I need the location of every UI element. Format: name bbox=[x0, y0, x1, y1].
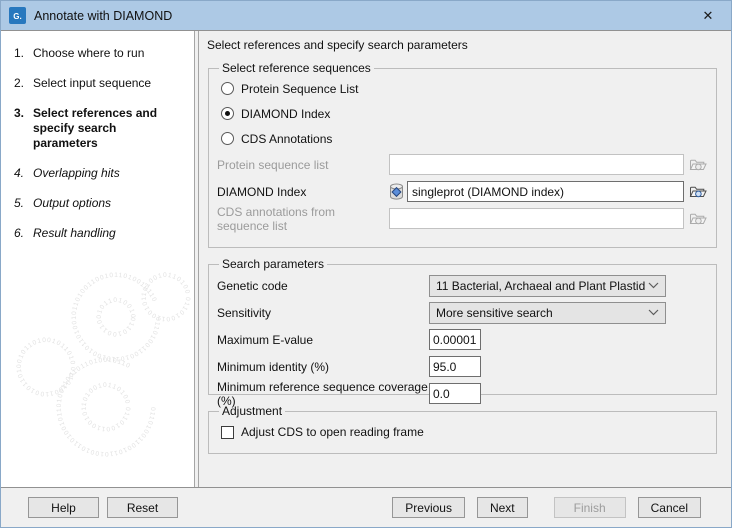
field-label: CDS annotations from sequence list bbox=[217, 205, 389, 233]
max-evalue-row: Maximum E-value bbox=[217, 326, 708, 353]
folder-browse-icon bbox=[689, 211, 707, 227]
finish-button-disabled: Finish bbox=[554, 497, 626, 518]
radio-icon bbox=[221, 82, 234, 95]
step-label: Overlapping hits bbox=[33, 166, 183, 181]
next-button[interactable]: Next bbox=[477, 497, 528, 518]
radio-icon bbox=[221, 132, 234, 145]
cds-annotations-input bbox=[389, 208, 684, 229]
sensitivity-row: Sensitivity More sensitive search bbox=[217, 299, 708, 326]
protein-sequence-list-row: Protein sequence list bbox=[217, 151, 708, 178]
folder-browse-icon bbox=[689, 184, 707, 200]
genetic-code-row: Genetic code 11 Bacterial, Archaeal and … bbox=[217, 272, 708, 299]
chevron-down-icon bbox=[648, 282, 659, 289]
radio-protein-sequence-list[interactable]: Protein Sequence List bbox=[221, 76, 708, 101]
app-icon: G. bbox=[9, 7, 26, 24]
step-number: 2. bbox=[14, 76, 33, 91]
diamond-index-input[interactable] bbox=[407, 181, 684, 202]
diamond-index-element-icon bbox=[389, 183, 404, 200]
wizard-step-3-current: 3. Select references and specify search … bbox=[14, 106, 194, 151]
wizard-step-6: 6. Result handling bbox=[14, 226, 194, 241]
annotate-with-diamond-dialog: G. Annotate with DIAMOND ✕ 1. Choose whe… bbox=[0, 0, 732, 528]
wizard-step-1: 1. Choose where to run bbox=[14, 46, 194, 61]
field-label: Protein sequence list bbox=[217, 158, 389, 172]
title-bar[interactable]: G. Annotate with DIAMOND ✕ bbox=[1, 1, 731, 30]
radio-selected-icon bbox=[221, 107, 234, 120]
min-coverage-row: Minimum reference sequence coverage (%) bbox=[217, 380, 708, 407]
step-label: Select references and specify search par… bbox=[33, 106, 183, 151]
wizard-step-2: 2. Select input sequence bbox=[14, 76, 194, 91]
step-label: Result handling bbox=[33, 226, 183, 241]
param-label: Minimum identity (%) bbox=[217, 360, 429, 374]
svg-text:011010011001011010010110100101: 0110100110010110100101101001011010011001… bbox=[1, 272, 76, 397]
step-label: Select input sequence bbox=[33, 76, 183, 91]
dropdown-selected-value: 11 Bacterial, Archaeal and Plant Plastid bbox=[436, 279, 645, 293]
wizard-main-panel: Select references and specify search par… bbox=[198, 31, 731, 487]
step-number: 1. bbox=[14, 46, 33, 61]
help-button[interactable]: Help bbox=[28, 497, 99, 518]
cds-annotations-row: CDS annotations from sequence list bbox=[217, 205, 708, 232]
param-label: Sensitivity bbox=[217, 306, 429, 320]
chevron-down-icon bbox=[648, 309, 659, 316]
browse-diamond-index-button[interactable] bbox=[687, 183, 708, 201]
browse-button-disabled bbox=[687, 210, 708, 228]
wizard-step-4: 4. Overlapping hits bbox=[14, 166, 194, 181]
browse-button-disabled bbox=[687, 156, 708, 174]
wizard-step-list: 1. Choose where to run 2. Select input s… bbox=[1, 31, 194, 241]
radio-cds-annotations[interactable]: CDS Annotations bbox=[221, 126, 708, 151]
sensitivity-dropdown[interactable]: More sensitive search bbox=[429, 302, 666, 324]
param-label: Maximum E-value bbox=[217, 333, 429, 347]
binary-spiral-watermark-image: 0110100110010110100101101001011010011001… bbox=[1, 272, 195, 487]
step-label: Output options bbox=[33, 196, 183, 211]
radio-label: DIAMOND Index bbox=[241, 107, 330, 121]
param-label: Genetic code bbox=[217, 279, 429, 293]
page-title: Select references and specify search par… bbox=[203, 31, 717, 52]
close-icon[interactable]: ✕ bbox=[685, 1, 731, 30]
step-number: 4. bbox=[14, 166, 33, 181]
protein-sequence-list-input bbox=[389, 154, 684, 175]
cancel-button[interactable]: Cancel bbox=[638, 497, 701, 518]
checkbox-unchecked-icon bbox=[221, 426, 234, 439]
step-label: Choose where to run bbox=[33, 46, 183, 61]
group-legend: Select reference sequences bbox=[219, 61, 374, 75]
step-number: 6. bbox=[14, 226, 33, 241]
dropdown-selected-value: More sensitive search bbox=[436, 306, 553, 320]
wizard-steps-sidebar: 1. Choose where to run 2. Select input s… bbox=[1, 31, 195, 487]
adjust-cds-checkbox-row[interactable]: Adjust CDS to open reading frame bbox=[221, 419, 708, 445]
max-evalue-input[interactable] bbox=[429, 329, 481, 350]
select-reference-sequences-group: Select reference sequences Protein Seque… bbox=[208, 61, 717, 248]
window-title: Annotate with DIAMOND bbox=[34, 9, 172, 23]
min-identity-row: Minimum identity (%) bbox=[217, 353, 708, 380]
wizard-body: 1. Choose where to run 2. Select input s… bbox=[1, 30, 731, 487]
step-number: 5. bbox=[14, 196, 33, 211]
adjustment-group: Adjustment Adjust CDS to open reading fr… bbox=[208, 404, 717, 454]
previous-button[interactable]: Previous bbox=[392, 497, 465, 518]
group-legend: Search parameters bbox=[219, 257, 327, 271]
step-number: 3. bbox=[14, 106, 33, 151]
svg-text:011010011001011010010110100101: 0110100110010110100101101001011010011001… bbox=[1, 272, 136, 337]
radio-label: Protein Sequence List bbox=[241, 82, 358, 96]
radio-label: CDS Annotations bbox=[241, 132, 332, 146]
checkbox-label: Adjust CDS to open reading frame bbox=[241, 425, 424, 439]
search-parameters-group: Search parameters Genetic code 11 Bacter… bbox=[208, 257, 717, 395]
dialog-button-bar: Help Reset Previous Next Finish Cancel bbox=[1, 487, 731, 527]
reset-button[interactable]: Reset bbox=[107, 497, 178, 518]
wizard-step-5: 5. Output options bbox=[14, 196, 194, 211]
radio-diamond-index[interactable]: DIAMOND Index bbox=[221, 101, 708, 126]
min-identity-input[interactable] bbox=[429, 356, 481, 377]
folder-browse-icon bbox=[689, 157, 707, 173]
field-label: DIAMOND Index bbox=[217, 185, 389, 199]
group-legend: Adjustment bbox=[219, 404, 285, 418]
diamond-index-row: DIAMOND Index bbox=[217, 178, 708, 205]
genetic-code-dropdown[interactable]: 11 Bacterial, Archaeal and Plant Plastid bbox=[429, 275, 666, 297]
min-coverage-input[interactable] bbox=[429, 383, 481, 404]
